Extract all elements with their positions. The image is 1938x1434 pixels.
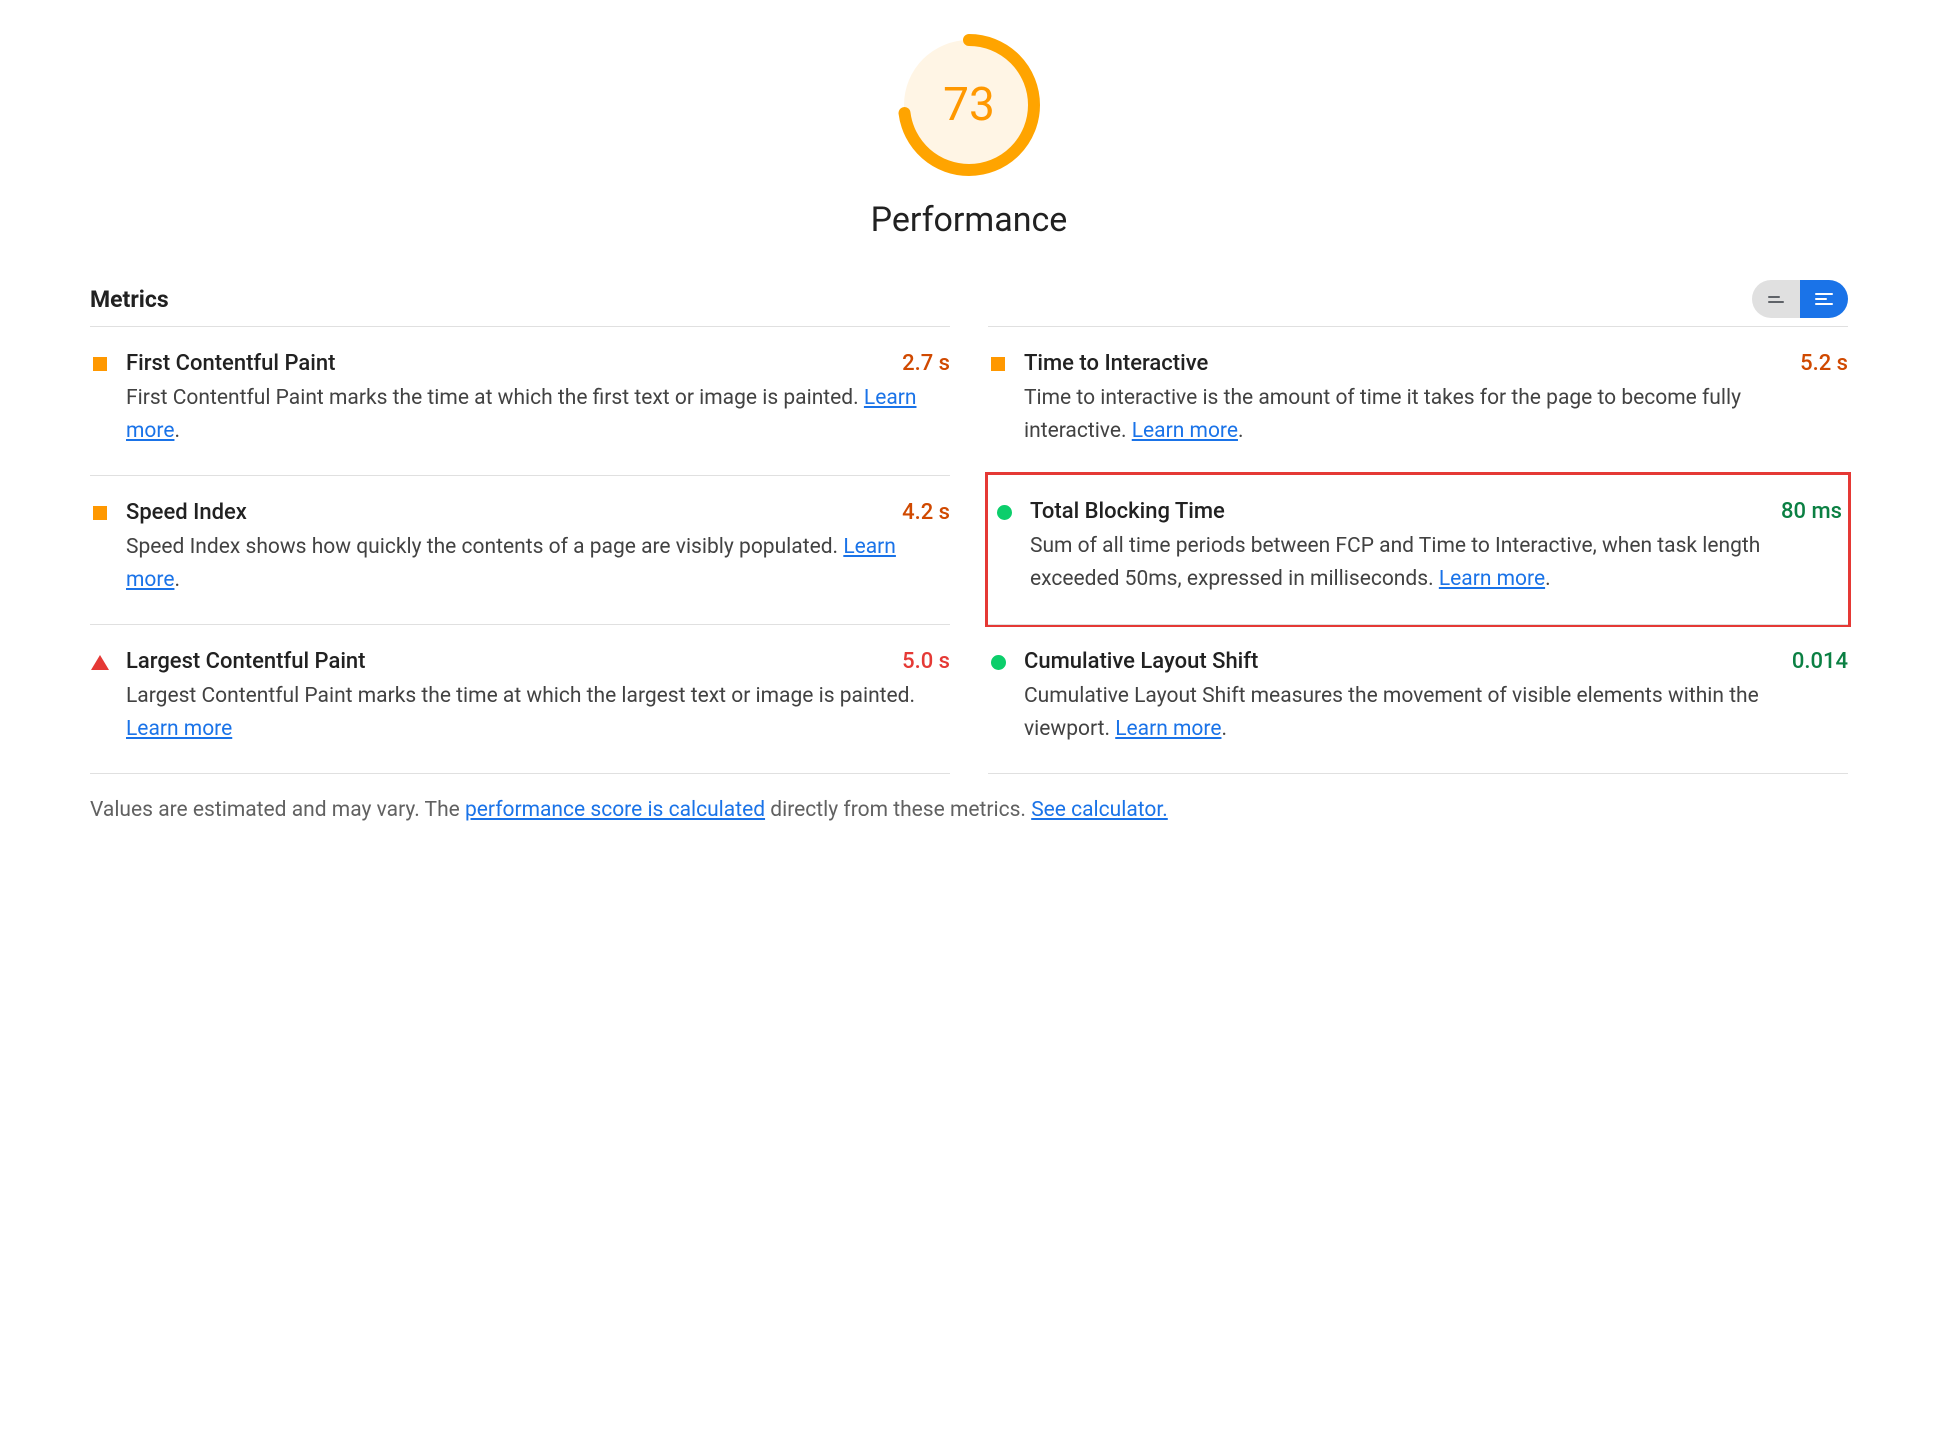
learn-more-link[interactable]: Learn more [1439,567,1545,591]
metric-title: Speed Index [126,500,247,525]
performance-score: 73 [943,78,995,132]
performance-label: Performance [871,200,1068,240]
metric-title: Total Blocking Time [1030,499,1225,524]
metric-description: Time to interactive is the amount of tim… [1024,382,1848,447]
metric-value: 2.7 s [890,351,950,376]
see-calculator-link[interactable]: See calculator. [1031,798,1168,822]
learn-more-link[interactable]: Learn more [126,717,232,741]
score-calculated-link[interactable]: performance score is calculated [465,798,765,822]
learn-more-link[interactable]: Learn more [1132,419,1238,443]
circle-pass-icon [991,655,1006,670]
metric-speed-index: Speed Index 4.2 s Speed Index shows how … [90,475,950,624]
metric-value: 5.2 s [1788,351,1848,376]
metric-first-contentful-paint: First Contentful Paint 2.7 s First Conte… [90,326,950,475]
square-average-icon [991,357,1005,371]
circle-pass-icon [997,505,1012,520]
metric-description: Cumulative Layout Shift measures the mov… [1024,680,1848,745]
toggle-expanded-button[interactable] [1800,280,1848,318]
footer-note: Values are estimated and may vary. The p… [90,794,1848,827]
metric-description: Sum of all time periods between FCP and … [1030,530,1842,595]
metric-title: Time to Interactive [1024,351,1208,376]
metric-total-blocking-time: Total Blocking Time 80 ms Sum of all tim… [985,472,1851,627]
metric-value: 4.2 s [890,500,950,525]
learn-more-link[interactable]: Learn more [1115,717,1221,741]
square-average-icon [93,506,107,520]
toggle-compact-button[interactable] [1752,280,1800,318]
performance-gauge: 73 [894,30,1044,180]
metric-description: Speed Index shows how quickly the conten… [126,531,950,596]
metric-title: Cumulative Layout Shift [1024,649,1258,674]
list-expanded-icon [1815,293,1833,305]
metric-time-to-interactive: Time to Interactive 5.2 s Time to intera… [988,326,1848,475]
metric-largest-contentful-paint: Largest Contentful Paint 5.0 s Largest C… [90,624,950,773]
metric-description: First Contentful Paint marks the time at… [126,382,950,447]
metric-title: Largest Contentful Paint [126,649,366,674]
metrics-heading: Metrics [90,286,169,313]
metric-value: 80 ms [1769,499,1842,524]
list-compact-icon [1768,296,1784,303]
metric-value: 5.0 s [890,649,950,674]
metric-description: Largest Contentful Paint marks the time … [126,680,950,745]
square-average-icon [93,357,107,371]
triangle-fail-icon [91,655,109,670]
metric-value: 0.014 [1780,649,1848,674]
view-toggle [1752,280,1848,318]
metric-title: First Contentful Paint [126,351,335,376]
metric-cumulative-layout-shift: Cumulative Layout Shift 0.014 Cumulative… [988,624,1848,773]
